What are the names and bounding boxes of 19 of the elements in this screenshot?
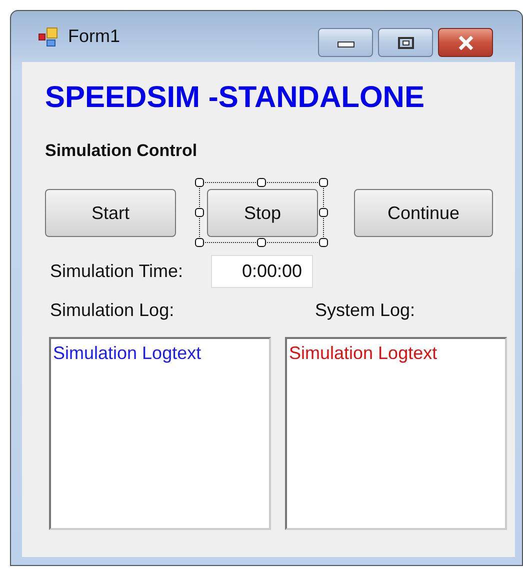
window-title: Form1 <box>68 26 120 47</box>
section-label: Simulation Control <box>45 141 198 161</box>
log-text: Simulation Logtext <box>289 343 438 364</box>
log-box[interactable]: Simulation Logtext <box>285 337 507 530</box>
minimize-button[interactable] <box>318 28 373 57</box>
log-text: Simulation Logtext <box>53 343 202 364</box>
form-button[interactable]: Continue <box>354 189 493 237</box>
maximize-icon <box>396 36 416 50</box>
form-button[interactable]: Stop <box>207 189 318 237</box>
maximize-button[interactable] <box>378 28 433 57</box>
app-icon <box>38 26 60 48</box>
log-label: Simulation Log: <box>49 300 176 322</box>
log-box[interactable]: Simulation Logtext <box>49 337 271 530</box>
close-button[interactable] <box>438 28 493 57</box>
time-field[interactable]: 0:00:00 <box>211 255 314 288</box>
time-label: Simulation Time: <box>50 261 184 282</box>
form-button[interactable]: Start <box>45 189 176 237</box>
log-label: System Log: <box>314 300 416 322</box>
app-heading: SPEEDSIM -STANDALONE <box>45 82 424 114</box>
